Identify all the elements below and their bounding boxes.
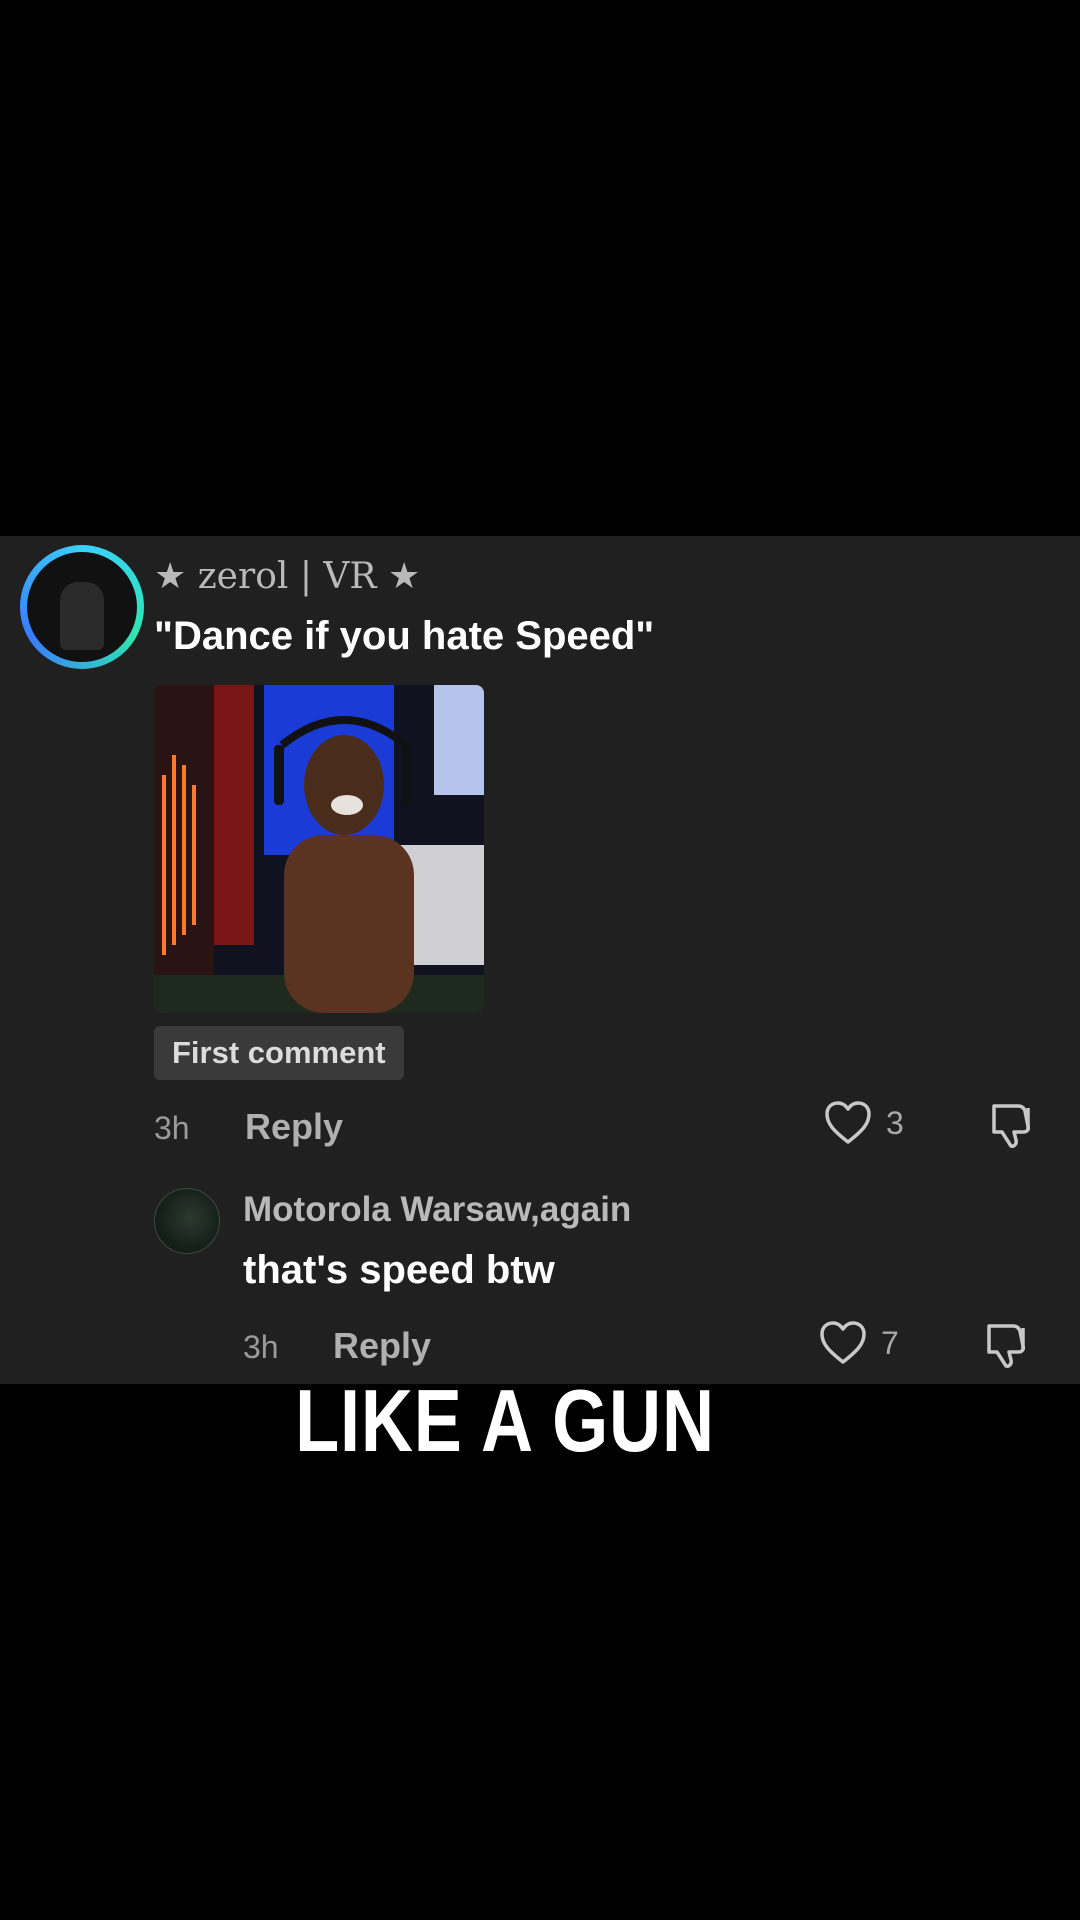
avatar-figure	[60, 582, 104, 650]
comment-time: 3h	[154, 1110, 190, 1146]
dislike-icon	[992, 1104, 1030, 1148]
like-count: 3	[886, 1104, 904, 1141]
reply-author[interactable]: Motorola Warsaw,again	[243, 1190, 631, 1230]
reply-button[interactable]: Reply	[245, 1106, 343, 1148]
video-caption: LIKE A GUN	[295, 1371, 715, 1470]
heart-icon	[820, 1321, 866, 1364]
reply-text: that's speed btw	[243, 1248, 555, 1292]
dislike-icon	[987, 1324, 1025, 1368]
reply-like-count: 7	[881, 1324, 899, 1361]
reply-dislike-button[interactable]	[983, 1322, 1033, 1375]
reply-avatar[interactable]	[154, 1188, 220, 1254]
reply-like-button[interactable]: 7	[819, 1320, 899, 1366]
avatar-image	[27, 552, 137, 662]
avatar[interactable]	[20, 545, 144, 669]
reply-reply-button[interactable]: Reply	[333, 1325, 431, 1367]
comment-author[interactable]: ★ zerol | VR ★	[154, 556, 420, 597]
comment-image-graphic	[154, 685, 484, 1013]
dislike-button[interactable]	[988, 1102, 1038, 1155]
heart-icon	[825, 1101, 871, 1144]
first-comment-badge: First comment	[154, 1026, 404, 1080]
like-button[interactable]: 3	[824, 1100, 904, 1146]
reply-time: 3h	[243, 1329, 279, 1365]
comment-text: "Dance if you hate Speed"	[154, 614, 655, 658]
comment-image[interactable]	[154, 685, 484, 1013]
